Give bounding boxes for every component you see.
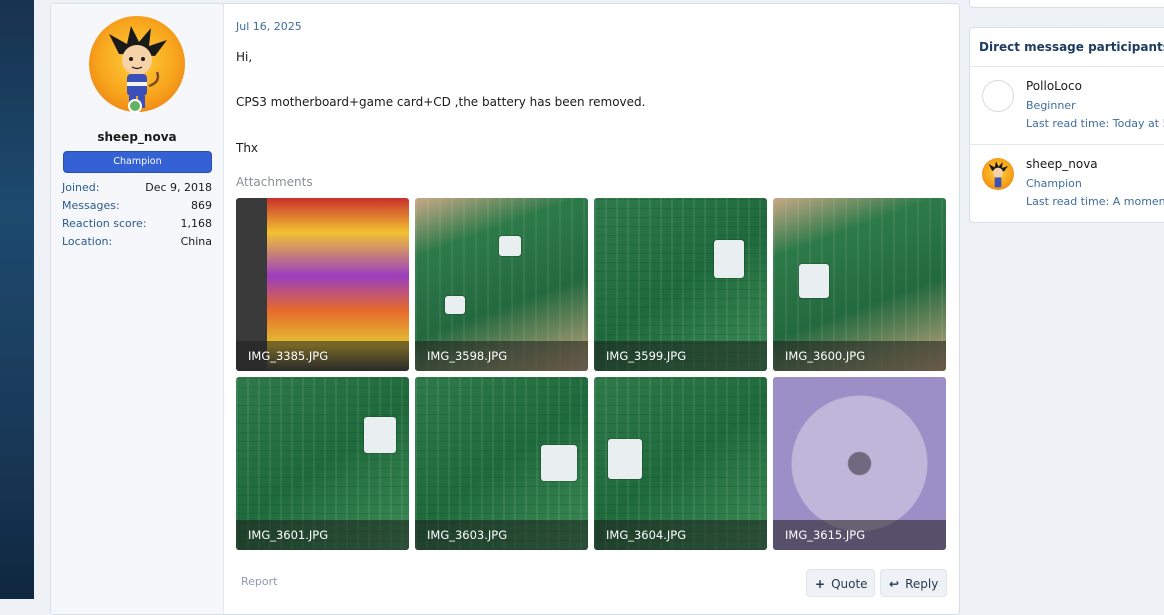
attachment-thumbnail[interactable]: IMG_3601.JPG [236, 377, 409, 550]
participant-title: Champion [1026, 177, 1082, 190]
attachment-filename: IMG_3601.JPG [236, 520, 409, 550]
reply-icon: ↩ [889, 577, 900, 591]
message-line: Thx [236, 141, 259, 155]
page-background-left [0, 0, 34, 599]
stat-value: 869 [191, 199, 212, 212]
attachment-filename: IMG_3603.JPG [415, 520, 588, 550]
attachment-thumbnail[interactable]: IMG_3603.JPG [415, 377, 588, 550]
battery-holder-image [445, 296, 465, 314]
attachment-thumbnail[interactable]: IMG_3599.JPG [594, 198, 767, 371]
plus-icon: + [815, 577, 826, 591]
stat-key: Location: [62, 235, 113, 248]
user-avatar[interactable] [89, 16, 185, 112]
stat-value: 1,168 [180, 217, 213, 230]
participant-avatar[interactable] [982, 158, 1014, 190]
attachment-filename: IMG_3615.JPG [773, 520, 946, 550]
attachment-filename: IMG_3600.JPG [773, 341, 946, 371]
attachment-thumbnail[interactable]: IMG_3600.JPG [773, 198, 946, 371]
battery-holder-image [541, 445, 577, 481]
quote-label: Quote [831, 577, 868, 591]
stat-row-messages: Messages: 869 [62, 197, 212, 215]
participant-name[interactable]: PolloLoco [1026, 79, 1082, 93]
user-title-badge: Champion [63, 151, 212, 173]
user-panel: sheep_nova Champion Joined: Dec 9, 2018 … [51, 4, 224, 614]
attachment-filename: IMG_3598.JPG [415, 341, 588, 371]
participant-item[interactable]: sheep_nova Champion Last read time: A mo… [970, 145, 1164, 222]
stat-key: Reaction score: [62, 217, 147, 230]
stat-key: Joined: [62, 181, 100, 194]
goku-avatar-icon [109, 26, 167, 108]
participant-name[interactable]: sheep_nova [1026, 157, 1098, 171]
reply-button[interactable]: ↩ Reply [880, 569, 947, 597]
battery-holder-image [714, 240, 744, 278]
stat-row-location: Location: China [62, 233, 212, 251]
participant-last-read: Last read time: Today at 5: [1026, 117, 1164, 130]
stat-value: Dec 9, 2018 [145, 181, 212, 194]
attachment-filename: IMG_3599.JPG [594, 341, 767, 371]
battery-holder-image [608, 439, 642, 479]
online-status-icon [128, 99, 142, 113]
attachments-grid: IMG_3385.JPG IMG_3598.JPG IMG_3599.JPG I… [236, 198, 947, 550]
participant-title: Beginner [1026, 99, 1076, 112]
stat-row-reaction-score: Reaction score: 1,168 [62, 215, 212, 233]
participant-item[interactable]: PolloLoco Beginner Last read time: Today… [970, 67, 1164, 145]
dm-participants-panel: Direct message participants PolloLoco Be… [969, 27, 1164, 223]
attachment-thumbnail[interactable]: IMG_3615.JPG [773, 377, 946, 550]
attachment-thumbnail[interactable]: IMG_3598.JPG [415, 198, 588, 371]
quote-button[interactable]: + Quote [806, 569, 875, 597]
participant-avatar[interactable] [982, 80, 1014, 112]
attachment-thumbnail[interactable]: IMG_3385.JPG [236, 198, 409, 371]
attachments-heading: Attachments [236, 175, 313, 189]
attachment-filename: IMG_3385.JPG [236, 341, 409, 371]
dm-participants-title: Direct message participants [970, 28, 1164, 67]
stat-key: Messages: [62, 199, 120, 212]
report-link[interactable]: Report [241, 575, 277, 588]
message-line: CPS3 motherboard+game card+CD ,the batte… [236, 95, 646, 109]
user-stats: Joined: Dec 9, 2018 Messages: 869 Reacti… [62, 179, 212, 251]
goku-avatar-icon [988, 161, 1008, 188]
stat-value: China [180, 235, 212, 248]
attachment-thumbnail[interactable]: IMG_3604.JPG [594, 377, 767, 550]
stat-row-joined: Joined: Dec 9, 2018 [62, 179, 212, 197]
message-post: sheep_nova Champion Joined: Dec 9, 2018 … [50, 3, 960, 615]
attachment-filename: IMG_3604.JPG [594, 520, 767, 550]
post-date[interactable]: Jul 16, 2025 [236, 20, 302, 33]
reply-label: Reply [905, 577, 939, 591]
battery-holder-image [799, 264, 829, 298]
battery-holder-image [364, 417, 396, 453]
message-line: Hi, [236, 50, 253, 64]
post-username[interactable]: sheep_nova [51, 130, 223, 144]
participant-last-read: Last read time: A moment [1026, 195, 1164, 208]
sidebar-panel-top [969, 0, 1164, 8]
battery-holder-image [499, 236, 521, 256]
